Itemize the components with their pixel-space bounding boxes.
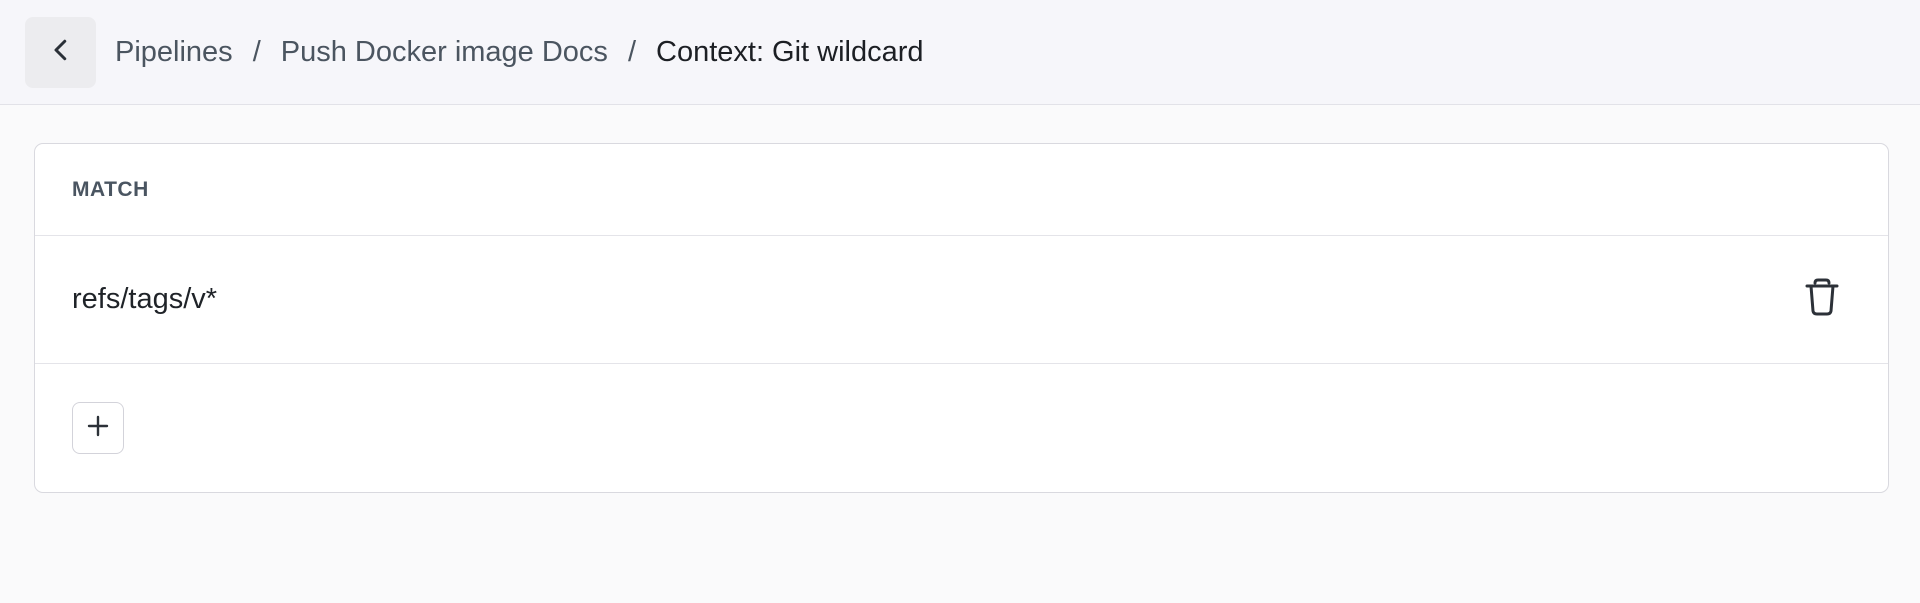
table-row: refs/tags/v* [35, 236, 1888, 364]
match-value: refs/tags/v* [72, 283, 218, 315]
chevron-left-icon [46, 35, 76, 70]
breadcrumb: Pipelines / Push Docker image Docs / Con… [115, 0, 924, 105]
breadcrumb-link-pipeline[interactable]: Push Docker image Docs [281, 36, 608, 69]
plus-icon [86, 414, 110, 443]
trash-icon [1803, 277, 1841, 322]
breadcrumb-link-pipelines[interactable]: Pipelines [115, 36, 233, 69]
breadcrumb-separator: / [627, 36, 636, 68]
page-title: Context: Git wildcard [656, 36, 924, 68]
breadcrumb-separator: / [252, 36, 261, 68]
match-card: MATCH refs/tags/v* [34, 143, 1889, 493]
table-header: MATCH [35, 144, 1888, 236]
top-bar: Pipelines / Push Docker image Docs / Con… [0, 0, 1920, 105]
add-row [35, 364, 1888, 492]
back-button[interactable] [25, 17, 96, 88]
delete-button[interactable] [1800, 278, 1844, 322]
add-match-button[interactable] [72, 402, 124, 454]
column-header-match: MATCH [72, 177, 149, 201]
